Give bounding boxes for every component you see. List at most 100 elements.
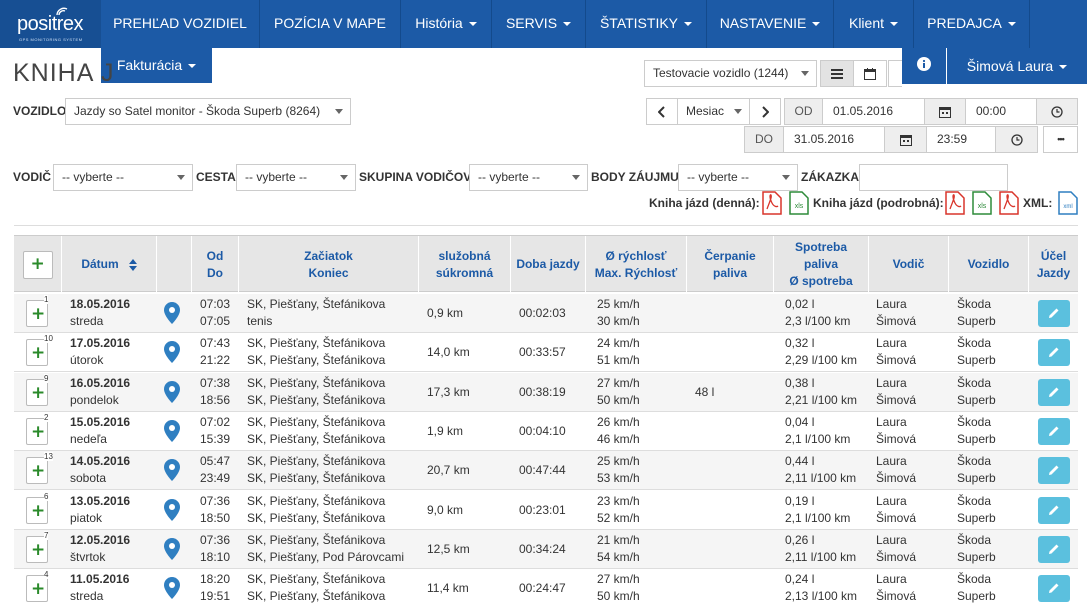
do-calendar-button[interactable] <box>884 126 927 153</box>
pdf-podrobna-icon[interactable] <box>945 191 965 215</box>
expand-row-button[interactable]: +13 <box>26 452 53 485</box>
expand-row-button[interactable]: +1 <box>26 295 49 327</box>
plus-icon: + <box>31 304 46 324</box>
od-date-input[interactable]: 01.05.2016 <box>822 98 925 125</box>
expand-row-button[interactable]: +7 <box>26 530 49 563</box>
edit-purpose-button[interactable] <box>1038 339 1070 367</box>
skupina-select[interactable]: -- vyberte -- <box>469 164 588 191</box>
add-trip-button[interactable]: + <box>22 250 53 279</box>
expand-row-button[interactable]: +10 <box>26 334 53 367</box>
nav-item-historia[interactable]: História <box>401 0 492 48</box>
edit-purpose-button[interactable] <box>1038 575 1070 603</box>
map-pin-icon[interactable] <box>164 302 180 324</box>
body-zaujmu-select[interactable]: -- vyberte -- <box>678 164 798 191</box>
xls-denna-icon[interactable]: xls <box>789 191 809 215</box>
trip-count-badge: 10 <box>44 334 53 344</box>
xls-podrobna-icon[interactable]: xls <box>972 191 992 215</box>
calendar-view-button[interactable] <box>853 60 887 87</box>
header-duration: Doba jazdy <box>511 236 586 293</box>
nav-item-label: História <box>415 15 463 31</box>
expand-row-button[interactable]: +9 <box>26 373 49 406</box>
trip-vehicle-model: Superb <box>957 510 996 525</box>
trip-avg-consumption: 2,13 l/100 km <box>785 589 858 604</box>
map-pin-icon[interactable] <box>164 498 180 521</box>
map-pin-icon[interactable] <box>164 419 180 442</box>
trip-driver-first: Laura <box>876 336 907 351</box>
nav-item-predajca[interactable]: PREDAJCA <box>914 0 1030 48</box>
map-pin-icon[interactable] <box>164 380 180 403</box>
edit-purpose-button[interactable] <box>1038 457 1070 485</box>
nav-item-nastavenie[interactable]: NASTAVENIE <box>707 0 834 48</box>
trip-date: 12.05.2016 <box>70 532 131 547</box>
header-add-cell: + <box>14 236 62 293</box>
header-datum[interactable]: Dátum <box>62 236 157 293</box>
expand-row-button[interactable]: +2 <box>26 412 49 445</box>
edit-purpose-button[interactable] <box>1038 378 1070 406</box>
trip-vehicle-make: Škoda <box>957 336 992 351</box>
nav-item-statistiky[interactable]: ŠTATISTIKY <box>586 0 707 48</box>
trip-avg-consumption: 2,11 l/100 km <box>785 549 857 564</box>
list-view-button[interactable] <box>820 60 854 87</box>
pdf-podrobna-2-icon[interactable] <box>999 191 1019 215</box>
trip-end-place: SK, Piešťany, Štefánikova <box>247 392 386 407</box>
cesta-select[interactable]: -- vyberte -- <box>236 164 356 191</box>
trip-vehicle-model: Superb <box>957 353 996 368</box>
nav-item-prehlad-vozidiel[interactable]: PREHĽAD VOZIDIEL <box>101 0 260 48</box>
svg-text:xls: xls <box>795 203 804 210</box>
header-od-do: Od Do <box>192 236 239 293</box>
nav-item-label: ŠTATISTIKY <box>599 15 679 31</box>
edit-purpose-button[interactable] <box>1038 496 1070 524</box>
expand-row-button[interactable]: +6 <box>26 491 49 524</box>
vozidlo-select[interactable]: Jazdy so Satel monitor - Škoda Superb (8… <box>65 98 351 125</box>
trip-vehicle-model: Superb <box>957 589 996 604</box>
nav-item-fakturacia[interactable]: Fakturácia <box>101 48 212 83</box>
edit-purpose-button[interactable] <box>1038 300 1070 327</box>
trip-vehicle-make: Škoda <box>957 297 992 311</box>
do-time-input[interactable]: 23:59 <box>926 126 996 153</box>
trip-date: 13.05.2016 <box>70 493 131 508</box>
vodic-select[interactable]: -- vyberte -- <box>53 164 193 191</box>
map-pin-icon[interactable] <box>164 459 180 482</box>
trip-driver-first: Laura <box>876 297 907 311</box>
nav-item-servis[interactable]: SERVIS <box>492 0 586 48</box>
next-period-button[interactable] <box>749 98 781 125</box>
caret-down-icon <box>812 22 821 27</box>
header-speed: Ø rýchlosť Max. Rýchlosť <box>586 236 687 293</box>
vehicle-select[interactable]: Testovacie vozidlo (1244) <box>644 60 817 87</box>
pdf-denna-icon[interactable] <box>762 191 782 215</box>
vodic-label: VODIČ <box>13 170 52 184</box>
trip-end-time: 21:22 <box>200 353 231 368</box>
od-clock-button[interactable] <box>1036 98 1078 125</box>
info-button[interactable] <box>902 48 946 84</box>
xml-icon[interactable]: xml <box>1058 191 1078 215</box>
trip-weekday: útorok <box>70 353 104 368</box>
od-time-input[interactable]: 00:00 <box>965 98 1037 125</box>
caret-down-icon <box>468 22 477 27</box>
trip-duration: 00:33:57 <box>519 345 566 360</box>
trip-end-place: SK, Piešťany, Štefánikova <box>247 431 386 446</box>
period-select[interactable]: Mesiac <box>677 98 750 125</box>
more-options-button[interactable]: ••• <box>1043 126 1078 153</box>
map-pin-icon[interactable] <box>164 537 180 560</box>
trip-start-time: 18:20 <box>200 572 231 587</box>
brand-logo[interactable]: positrex GPS MONITORING SYSTEM <box>0 0 101 48</box>
trip-start-place: SK, Piešťany, Štefánikova <box>247 532 386 547</box>
expand-row-button[interactable]: +4 <box>26 570 49 603</box>
vehicle-search-input[interactable] <box>888 60 902 87</box>
user-menu-button[interactable]: Šimová Laura <box>947 48 1087 84</box>
trip-vehicle-make: Škoda <box>957 454 992 469</box>
header-purpose: Účel Jazdy <box>1036 248 1071 280</box>
trip-vehicle-make: Škoda <box>957 414 992 429</box>
nav-item-klient[interactable]: Klient <box>834 0 914 48</box>
prev-period-button[interactable] <box>646 98 678 125</box>
od-calendar-button[interactable] <box>924 98 966 125</box>
nav-item-pozicia-v-mape[interactable]: POZÍCIA V MAPE <box>260 0 401 48</box>
zakazka-input[interactable] <box>859 164 1008 191</box>
map-pin-icon[interactable] <box>164 341 180 364</box>
edit-purpose-button[interactable] <box>1038 535 1070 563</box>
map-pin-icon[interactable] <box>164 577 180 600</box>
do-date-input[interactable]: 31.05.2016 <box>783 126 885 153</box>
edit-purpose-button[interactable] <box>1038 417 1070 445</box>
do-clock-button[interactable] <box>995 126 1038 153</box>
trip-start-time: 07:38 <box>200 375 231 390</box>
